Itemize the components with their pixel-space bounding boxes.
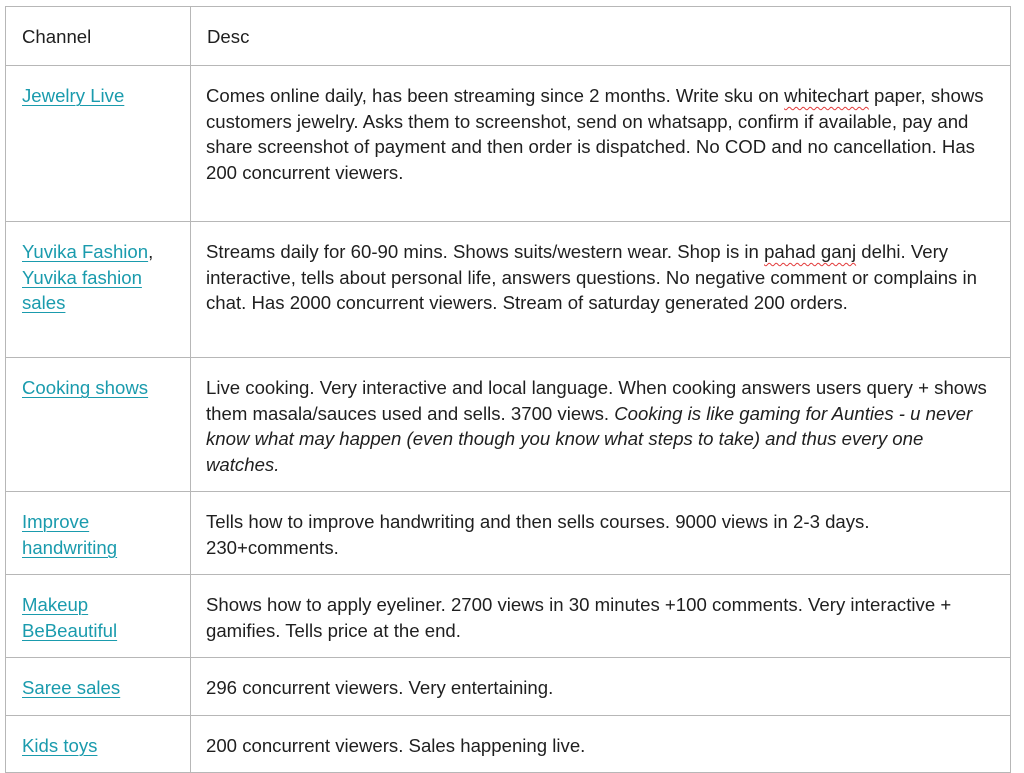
spellcheck-word[interactable]: whitechart xyxy=(784,85,869,106)
channel-cell[interactable]: Improve handwriting xyxy=(5,491,191,575)
table-row: Kids toys 200 concurrent viewers. Sales … xyxy=(5,714,1011,773)
desc-cell[interactable]: 296 concurrent viewers. Very entertainin… xyxy=(190,657,1011,716)
header-desc-label: Desc xyxy=(207,26,250,47)
table-row: Jewelry Live Comes online daily, has bee… xyxy=(5,65,1011,222)
table-header-row: Channel Desc xyxy=(5,6,1011,66)
desc-text: Streams daily for 60-90 mins. Shows suit… xyxy=(206,241,765,262)
table-row: Makeup BeBeautiful Shows how to apply ey… xyxy=(5,574,1011,658)
desc-text: 296 concurrent viewers. Very entertainin… xyxy=(206,677,554,698)
channel-cell[interactable]: Kids toys xyxy=(5,714,191,773)
channel-link-saree-sales[interactable]: Saree sales xyxy=(22,677,120,698)
channel-cell[interactable]: Makeup BeBeautiful xyxy=(5,574,191,658)
channel-table: Channel Desc Jewelry Live Comes online d… xyxy=(5,6,1011,773)
table-row: Saree sales 296 concurrent viewers. Very… xyxy=(5,657,1011,716)
table-row: Yuvika Fashion, Yuvika fashion sales Str… xyxy=(5,221,1011,358)
channel-link-jewelry-live[interactable]: Jewelry Live xyxy=(22,85,124,106)
channel-link-cooking-shows[interactable]: Cooking shows xyxy=(22,377,148,398)
desc-cell[interactable]: Live cooking. Very interactive and local… xyxy=(190,357,1011,492)
desc-text: Comes online daily, has been streaming s… xyxy=(206,85,785,106)
header-cell-desc[interactable]: Desc xyxy=(190,6,1011,66)
desc-cell[interactable]: Comes online daily, has been streaming s… xyxy=(190,65,1011,222)
table-row: Cooking shows Live cooking. Very interac… xyxy=(5,357,1011,492)
desc-text: Tells how to improve handwriting and the… xyxy=(206,511,870,558)
header-channel-label: Channel xyxy=(22,26,92,47)
channel-link-kids-toys[interactable]: Kids toys xyxy=(22,735,97,756)
channel-link-makeup-bebeautiful[interactable]: Makeup BeBeautiful xyxy=(22,594,117,641)
link-separator: , xyxy=(148,241,154,262)
channel-link-improve-handwriting[interactable]: Improve handwriting xyxy=(22,511,117,558)
desc-text: 200 concurrent viewers. Sales happening … xyxy=(206,734,586,756)
spellcheck-word[interactable]: pahad ganj xyxy=(764,241,856,262)
desc-cell[interactable]: Streams daily for 60-90 mins. Shows suit… xyxy=(190,221,1011,358)
desc-cell[interactable]: 200 concurrent viewers. Sales happening … xyxy=(190,714,1011,773)
channel-cell[interactable]: Cooking shows xyxy=(5,357,191,492)
channel-cell[interactable]: Yuvika Fashion, Yuvika fashion sales xyxy=(5,221,191,358)
desc-cell[interactable]: Shows how to apply eyeliner. 2700 views … xyxy=(190,574,1011,658)
header-cell-channel[interactable]: Channel xyxy=(5,6,191,66)
channel-link-yuvika-fashion[interactable]: Yuvika Fashion xyxy=(22,241,148,262)
table-row: Improve handwriting Tells how to improve… xyxy=(5,491,1011,575)
channel-cell[interactable]: Jewelry Live xyxy=(5,65,191,222)
desc-text: Shows how to apply eyeliner. 2700 views … xyxy=(206,594,952,641)
channel-cell[interactable]: Saree sales xyxy=(5,657,191,716)
channel-link-yuvika-fashion-sales[interactable]: Yuvika fashion sales xyxy=(22,267,142,314)
desc-cell[interactable]: Tells how to improve handwriting and the… xyxy=(190,491,1011,575)
